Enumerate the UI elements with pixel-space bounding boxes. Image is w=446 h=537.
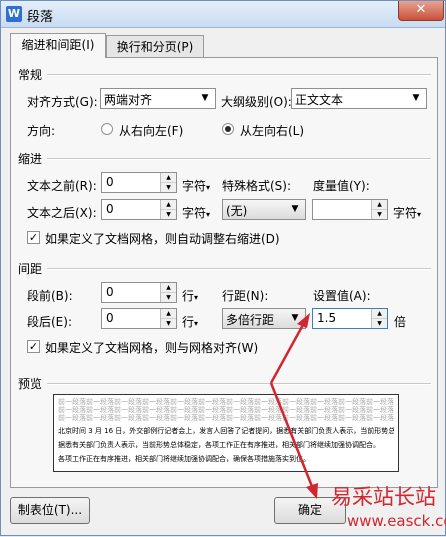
spin-down-icon[interactable]: ▼ [161,319,176,328]
spin-down-icon[interactable]: ▼ [161,293,176,302]
rtl-radio[interactable] [101,123,113,135]
space-after-unit-dropdown[interactable]: 行▾ [182,313,198,330]
ltr-label[interactable]: 从左向右(L) [240,122,304,139]
line-spacing-value: 多倍行距 [226,313,275,327]
preview-prev-paragraph: 前一段落前一段落前一段落前一段落前一段落前一段落前一段落前一段落前一段落前一段落… [58,406,394,414]
watermark: 易采站长站 www.easck.com [317,479,446,537]
auto-adjust-indent-label[interactable]: 如果定义了文档网格，则自动调整右缩进(D) [45,230,280,247]
setting-value-spinner[interactable]: 1.5 ▲ ▼ [312,308,388,329]
chevron-down-icon: ▼ [201,93,209,103]
snap-to-grid-label[interactable]: 如果定义了文档网格，则与网格对齐(W) [45,339,258,356]
preview-heading: 预览 [18,377,43,391]
indent-before-unit-dropdown[interactable]: 字符▾ [182,177,210,194]
alignment-label: 对齐方式(G): [27,95,98,109]
preview-prev-paragraph: 前一段落前一段落前一段落前一段落前一段落前一段落前一段落前一段落前一段落前一段落… [58,398,394,406]
special-format-select[interactable]: (无) ▼ [222,199,306,220]
indent-after-spinner[interactable]: 0 ▲ ▼ [101,199,177,220]
rtl-label[interactable]: 从右向左(F) [119,122,183,139]
indent-divider [47,158,431,160]
caret-down-icon: ▾ [194,319,199,328]
indent-before-spinner[interactable]: 0 ▲ ▼ [101,172,177,193]
wps-writer-icon: W [6,6,22,22]
setting-value-label: 设置值(A): [313,289,371,303]
chevron-down-icon: ▼ [291,204,299,214]
spin-down-icon[interactable]: ▼ [372,319,387,328]
tabs-button[interactable]: 制表位(T)... [10,497,90,524]
measure-unit: 字符 [393,206,418,220]
chevron-down-icon: ▼ [412,93,420,103]
space-after-label: 段后(E): [27,315,72,329]
alignment-select[interactable]: 两端对齐 ▼ [100,88,216,109]
space-before-label: 段前(B): [27,289,73,303]
preview-box: 前一段落前一段落前一段落前一段落前一段落前一段落前一段落前一段落前一段落前一段落… [53,394,399,472]
preview-prev-paragraph: 前一段落前一段落前一段落前一段落前一段落前一段落前一段落前一段落前一段落前一段落… [58,414,394,422]
special-format-value: (无) [226,204,248,218]
spin-up-icon[interactable]: ▲ [372,309,387,319]
spin-down-icon[interactable]: ▼ [161,183,176,192]
auto-adjust-indent-checkbox[interactable]: ✓ [27,231,40,244]
general-heading: 常规 [18,68,43,82]
paragraph-dialog: W 段落 ✕ 缩进和间距(I) 换行和分页(P) 常规 对齐方式(G): 两端对… [0,0,446,536]
setting-unit: 倍 [394,315,407,329]
caret-down-icon: ▾ [206,183,211,192]
close-button[interactable]: ✕ [398,1,444,21]
spin-up-icon[interactable]: ▲ [372,200,387,210]
spin-up-icon[interactable]: ▲ [161,200,176,210]
alignment-value: 两端对齐 [104,93,153,107]
spin-up-icon[interactable]: ▲ [161,309,176,319]
chevron-down-icon: ▼ [291,313,299,323]
space-before-unit-dropdown[interactable]: 行▾ [182,287,198,304]
preview-sample-text: 北京时间 3 月 16 日，外交部例行记者会上，发言人回答了记者提问，据悉有关部… [58,427,394,435]
space-before-value: 0 [106,285,114,299]
spacing-divider [47,268,431,270]
watermark-text: 易采站长站 [331,485,436,509]
spacing-heading: 间距 [18,262,43,276]
checkmark-icon: ✓ [28,231,39,244]
measure-spinner[interactable]: ▲ ▼ [312,199,388,220]
space-before-unit: 行 [182,289,195,303]
indent-before-label: 文本之前(R): [27,179,97,193]
spin-up-icon[interactable]: ▲ [161,173,176,183]
indent-before-value: 0 [106,175,114,189]
caret-down-icon: ▾ [417,210,422,219]
watermark-url: www.easck.com [347,512,446,530]
space-after-unit: 行 [182,315,195,329]
preview-divider [47,383,431,385]
indent-after-unit: 字符 [182,206,207,220]
indent-before-unit: 字符 [182,179,207,193]
outline-level-label: 大纲级别(O): [221,95,292,109]
preview-sample-text: 据悉有关部门负责人表示，当前形势总体稳定，各项工作正在有序推进，相关部门将继续加… [58,441,380,449]
line-spacing-select[interactable]: 多倍行距 ▼ [222,308,306,329]
spin-up-icon[interactable]: ▲ [161,283,176,293]
setting-value: 1.5 [317,311,337,325]
direction-label: 方向: [27,124,56,138]
indent-after-unit-dropdown[interactable]: 字符▾ [182,204,210,221]
outline-level-value: 正文文本 [295,93,344,107]
preview-sample-text: 各项工作正在有序推进，相关部门将继续加强协调配合，确保各项措施落实到位。 [58,455,310,463]
line-spacing-label: 行距(N): [222,289,269,303]
spin-down-icon[interactable]: ▼ [161,210,176,219]
space-after-value: 0 [106,311,114,325]
tab-line-page-breaks[interactable]: 换行和分页(P) [106,35,204,57]
tab-indent-spacing[interactable]: 缩进和间距(I) [10,33,106,58]
general-divider [47,74,431,76]
checkmark-icon: ✓ [28,340,39,353]
measure-unit-dropdown[interactable]: 字符▾ [393,204,421,221]
space-after-spinner[interactable]: 0 ▲ ▼ [101,308,177,329]
indent-after-value: 0 [106,202,114,216]
dialog-title: 段落 [27,10,54,25]
special-format-label: 特殊格式(S): [222,179,292,193]
caret-down-icon: ▾ [206,210,211,219]
title-bar: W 段落 ✕ [1,1,445,28]
snap-to-grid-checkbox[interactable]: ✓ [27,340,40,353]
measure-label: 度量值(Y): [313,179,370,193]
caret-down-icon: ▾ [194,293,199,302]
indent-heading: 缩进 [18,152,43,166]
ltr-radio[interactable] [222,123,234,135]
spin-down-icon[interactable]: ▼ [372,210,387,219]
outline-level-select[interactable]: 正文文本 ▼ [291,88,427,109]
indent-after-label: 文本之后(X): [27,206,97,220]
space-before-spinner[interactable]: 0 ▲ ▼ [101,282,177,303]
